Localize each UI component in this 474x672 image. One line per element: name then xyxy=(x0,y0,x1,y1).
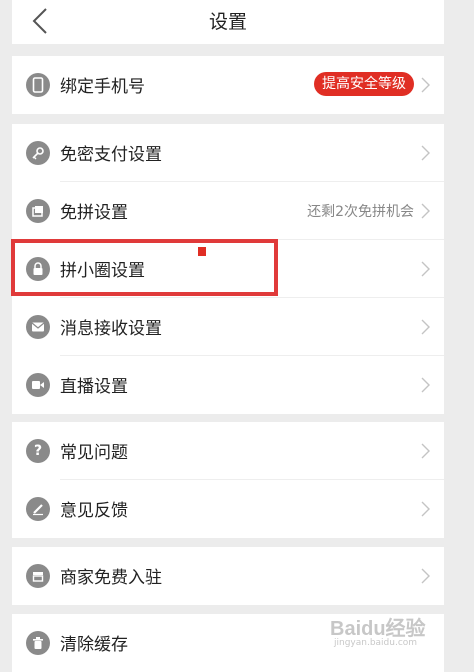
chevron-right-icon xyxy=(421,261,430,277)
annotation-marker xyxy=(198,247,206,256)
settings-item-free-group[interactable]: 免拼设置 还剩2次免拼机会 xyxy=(12,182,444,240)
settings-item-label: 免拼设置 xyxy=(60,203,128,223)
watermark-logo: Baidu经验 jingyan.baidu.com xyxy=(330,606,450,656)
nav-bar: 设置 xyxy=(12,0,444,44)
trash-icon xyxy=(26,631,50,655)
pencil-icon xyxy=(26,497,50,521)
settings-item-feedback[interactable]: 意见反馈 xyxy=(12,480,444,538)
free-group-remaining: 还剩2次免拼机会 xyxy=(307,204,414,220)
watermark-url: jingyan.baidu.com xyxy=(334,638,418,648)
security-badge: 提高安全等级 xyxy=(314,72,414,96)
coupon-icon xyxy=(26,199,50,223)
chevron-right-icon xyxy=(421,377,430,393)
chevron-right-icon xyxy=(421,145,430,161)
settings-item-label: 消息接收设置 xyxy=(60,319,162,339)
question-icon: ? xyxy=(26,439,50,463)
settings-item-label: 商家免费入驻 xyxy=(60,568,162,588)
video-camera-icon xyxy=(26,373,50,397)
settings-item-label: 绑定手机号 xyxy=(60,77,145,97)
chevron-right-icon xyxy=(421,568,430,584)
settings-item-message[interactable]: 消息接收设置 xyxy=(12,298,444,356)
page-title: 设置 xyxy=(208,11,247,33)
settings-item-label: 免密支付设置 xyxy=(60,145,162,165)
watermark-brand: Baidu经验 xyxy=(330,618,426,640)
settings-item-label: 清除缓存 xyxy=(60,635,128,655)
settings-item-password-free-pay[interactable]: 免密支付设置 xyxy=(12,124,444,182)
chevron-right-icon xyxy=(421,77,430,93)
settings-item-merchant[interactable]: 商家免费入驻 xyxy=(12,547,444,605)
settings-item-faq[interactable]: ? 常见问题 xyxy=(12,422,444,480)
settings-item-label: 意见反馈 xyxy=(60,501,128,521)
settings-section-help: ? 常见问题 意见反馈 xyxy=(12,422,444,538)
settings-section-merchant: 商家免费入驻 xyxy=(12,547,444,605)
settings-section-account: 绑定手机号 提高安全等级 xyxy=(12,56,444,114)
chevron-right-icon xyxy=(421,501,430,517)
annotation-highlight-box xyxy=(11,239,278,296)
chevron-right-icon xyxy=(421,319,430,335)
chevron-right-icon xyxy=(421,203,430,219)
envelope-icon xyxy=(26,315,50,339)
settings-item-label: 直播设置 xyxy=(60,377,128,397)
settings-item-bind-phone[interactable]: 绑定手机号 提高安全等级 xyxy=(12,56,444,114)
phone-icon xyxy=(26,73,50,97)
chevron-right-icon xyxy=(421,443,430,459)
key-icon xyxy=(26,141,50,165)
store-icon xyxy=(26,564,50,588)
settings-item-live[interactable]: 直播设置 xyxy=(12,356,444,414)
settings-item-label: 常见问题 xyxy=(60,443,128,463)
